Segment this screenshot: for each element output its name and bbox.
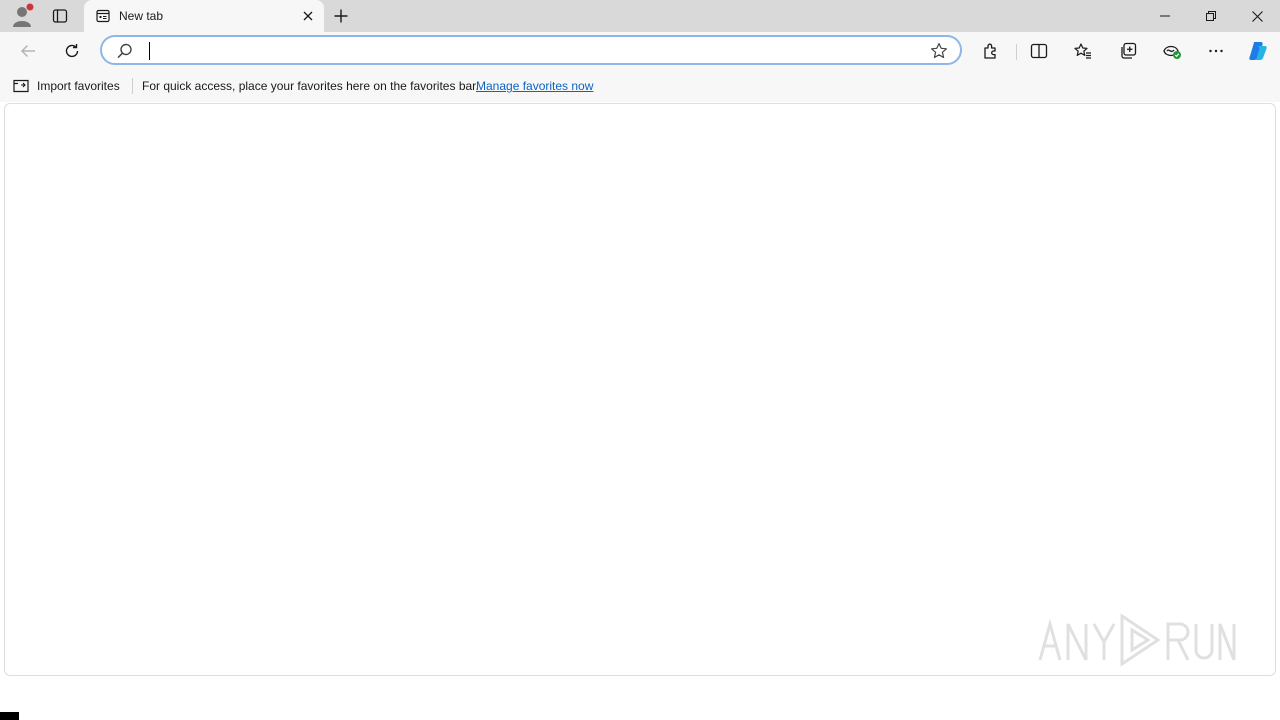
close-icon	[303, 11, 313, 21]
favorites-icon	[1074, 43, 1091, 59]
corner-mark	[0, 712, 19, 720]
add-favorite-button[interactable]	[928, 41, 950, 61]
extensions-icon	[984, 43, 996, 59]
restore-button[interactable]	[1188, 0, 1234, 32]
bottom-strip	[0, 676, 1280, 720]
extensions-button[interactable]	[975, 35, 1007, 67]
back-icon	[20, 44, 35, 58]
close-tab-button[interactable]	[296, 4, 320, 28]
profile-button[interactable]	[6, 0, 40, 32]
browser-essentials-button[interactable]	[1156, 35, 1188, 67]
copilot-button[interactable]	[1242, 35, 1274, 67]
refresh-icon	[65, 44, 79, 58]
back-button[interactable]	[12, 35, 44, 67]
page-content	[4, 103, 1276, 676]
more-icon	[1209, 49, 1223, 53]
favorites-bar: Import favorites For quick access, place…	[0, 70, 1280, 102]
split-screen-icon	[1030, 43, 1048, 59]
import-favorites-icon	[13, 79, 29, 93]
text-caret	[149, 42, 150, 60]
split-screen-button[interactable]	[1023, 35, 1055, 67]
tab-new-tab[interactable]: New tab	[84, 0, 324, 32]
new-tab-button[interactable]	[327, 0, 355, 32]
collections-icon	[1121, 42, 1137, 59]
tab-actions-icon	[52, 9, 68, 23]
manage-favorites-link[interactable]: Manage favorites now	[476, 79, 593, 93]
close-icon	[1251, 10, 1263, 22]
import-favorites-button[interactable]: Import favorites	[12, 77, 120, 95]
star-icon	[931, 42, 947, 59]
copilot-icon	[1249, 42, 1267, 60]
minimize-button[interactable]	[1142, 0, 1188, 32]
navigation-toolbar	[0, 32, 1280, 70]
new-tab-page-icon	[96, 9, 110, 23]
anyrun-watermark-logo	[1038, 613, 1236, 667]
minimize-icon	[1160, 15, 1170, 17]
restore-icon	[1206, 11, 1216, 21]
profile-icon	[13, 3, 34, 27]
close-window-button[interactable]	[1234, 0, 1280, 32]
import-favorites-label: Import favorites	[37, 79, 120, 93]
favorites-button[interactable]	[1067, 35, 1099, 67]
favorites-divider	[132, 78, 133, 94]
tab-title: New tab	[119, 9, 164, 23]
favorites-hint-text: For quick access, place your favorites h…	[142, 79, 479, 93]
collections-button[interactable]	[1112, 35, 1144, 67]
refresh-button[interactable]	[56, 35, 88, 67]
address-bar[interactable]	[100, 35, 962, 65]
toolbar-divider	[1016, 44, 1017, 60]
title-bar: New tab	[0, 0, 1280, 32]
browser-essentials-icon	[1163, 45, 1181, 59]
address-input[interactable]	[146, 41, 906, 59]
tab-actions-button[interactable]	[44, 0, 76, 32]
plus-icon	[334, 9, 348, 23]
search-icon	[117, 43, 132, 59]
settings-and-more-button[interactable]	[1200, 35, 1232, 67]
